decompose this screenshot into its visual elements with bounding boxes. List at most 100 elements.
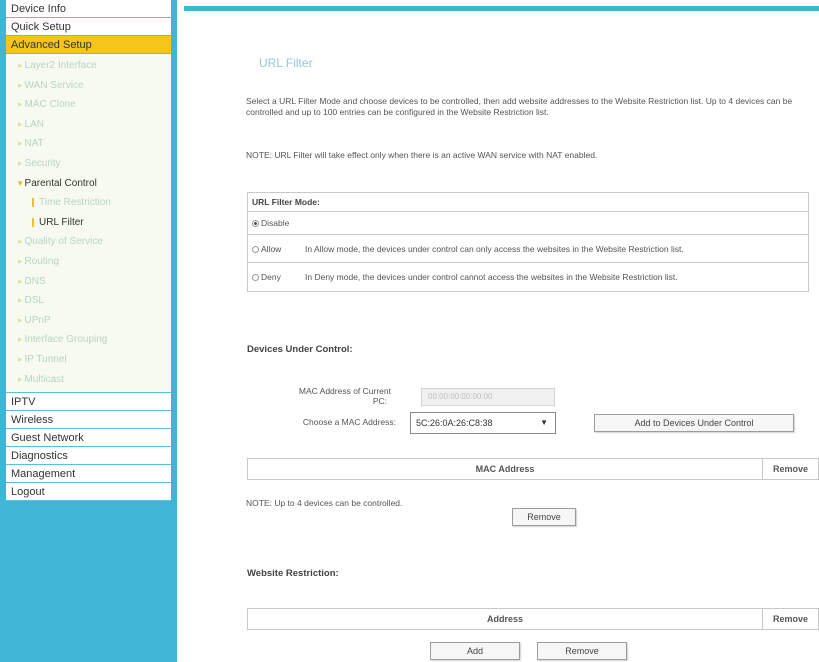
nav-item-iptv[interactable]: IPTV (6, 393, 171, 412)
arrow-icon: ▸ (18, 99, 23, 110)
sidebar-item-lan[interactable]: ▸ LAN (6, 115, 171, 135)
allow-label: Allow (261, 244, 282, 254)
sidebar-item-mac-clone[interactable]: ▸ MAC Clone (6, 95, 171, 115)
add-to-devices-button[interactable]: Add to Devices Under Control (594, 414, 794, 432)
allow-radio[interactable] (252, 246, 259, 254)
sidebar-item-upnp[interactable]: ▸ UPnP (6, 311, 171, 331)
mode-option-disable[interactable]: Disable (248, 212, 808, 235)
bullet-bar-icon (32, 217, 34, 227)
arrow-icon: ▸ (18, 236, 23, 247)
top-accent-bar (184, 6, 819, 11)
disable-label: Disable (261, 218, 290, 228)
arrow-icon: ▸ (18, 79, 23, 90)
sidebar-item-label: NAT (24, 138, 44, 150)
arrow-icon: ▸ (18, 353, 23, 364)
sidebar-item-url-filter[interactable]: URL Filter (6, 213, 171, 233)
arrow-icon: ▸ (18, 118, 23, 129)
sidebar-item-dns[interactable]: ▸ DNS (6, 272, 171, 292)
remove-device-button[interactable]: Remove (512, 508, 576, 526)
sidebar-item-label: URL Filter (39, 216, 84, 228)
sidebar-item-label: WAN Service (24, 79, 84, 91)
mac-address-select[interactable]: 5C:26:0A:26:C8:38 ▼ (410, 412, 556, 434)
sidebar-item-label: Security (24, 157, 61, 169)
sidebar-item-layer2-interface[interactable]: ▸ Layer2 Interface (6, 56, 171, 76)
deny-radio[interactable] (252, 274, 259, 282)
current-pc-mac-field: 00:00:00:00:00:00 (421, 388, 555, 406)
bullet-bar-icon (32, 198, 34, 208)
disable-radio[interactable] (252, 220, 259, 228)
address-column-header: Address (248, 609, 763, 629)
arrow-icon: ▸ (18, 255, 23, 266)
nav-item-advanced-setup[interactable]: Advanced Setup (6, 36, 171, 54)
sidebar-item-nat[interactable]: ▸ NAT (6, 134, 171, 154)
sidebar-item-label: UPnP (24, 314, 51, 326)
page-description: Select a URL Filter Mode and choose devi… (246, 96, 793, 117)
deny-label: Deny (261, 272, 281, 282)
devices-section-title: Devices Under Control: (247, 344, 353, 355)
nav-item-device-info[interactable]: Device Info (6, 0, 171, 18)
mac-select-value: 5C:26:0A:26:C8:38 (416, 418, 493, 428)
address-remove-column-header: Remove (772, 614, 808, 624)
arrow-icon: ▸ (18, 334, 23, 345)
nav-item-wireless[interactable]: Wireless (6, 411, 171, 430)
sidebar-item-label: Parental Control (24, 177, 97, 189)
url-filter-mode-box: URL Filter Mode: Disable Allow In Allow m… (247, 192, 809, 292)
nav-item-guest-network[interactable]: Guest Network (6, 429, 171, 448)
sidebar-item-routing[interactable]: ▸ Routing (6, 252, 171, 272)
wan-note: NOTE: URL Filter will take effect only w… (246, 150, 598, 160)
sidebar-item-dsl[interactable]: ▸ DSL (6, 291, 171, 311)
sidebar-item-label: Routing (24, 255, 59, 267)
main-content: URL Filter Select a URL Filter Mode and … (184, 12, 819, 662)
arrow-down-icon: ▾ (18, 177, 23, 188)
arrow-icon: ▸ (18, 60, 23, 70)
address-table-header: Address Remove (247, 608, 819, 630)
chevron-down-icon: ▼ (540, 418, 548, 427)
nav-item-logout[interactable]: Logout (6, 483, 171, 502)
advanced-setup-submenu: ▸ Layer2 Interface ▸ WAN Service ▸ MAC Clon… (6, 54, 171, 394)
sidebar-item-wan-service[interactable]: ▸ WAN Service (6, 76, 171, 96)
mode-option-allow[interactable]: Allow In Allow mode, the devices under co… (248, 235, 808, 263)
sidebar-item-interface-grouping[interactable]: ▸ Interface Grouping (6, 330, 171, 350)
sidebar-item-label: IP Tunnel (24, 353, 67, 365)
mac-address-column-header: MAC Address (248, 459, 763, 479)
mac-address-table-header: MAC Address Remove (247, 458, 819, 480)
sidebar-item-label: DSL (24, 295, 44, 307)
arrow-icon: ▸ (18, 373, 23, 384)
devices-limit-note: NOTE: Up to 4 devices can be controlled. (246, 498, 403, 508)
sidebar-item-multicast[interactable]: ▸ Multicast (6, 370, 171, 390)
sidebar-item-label: Layer2 Interface (24, 60, 97, 71)
current-pc-label-line2: PC: (372, 396, 387, 406)
sidebar-item-time-restriction[interactable]: Time Restriction (6, 193, 171, 213)
nav-item-quick-setup[interactable]: Quick Setup (6, 18, 171, 36)
sidebar-item-label: Time Restriction (39, 197, 111, 209)
arrow-icon: ▸ (18, 157, 23, 168)
arrow-icon: ▸ (18, 138, 23, 149)
sidebar-item-label: Quality of Service (24, 236, 103, 248)
mac-remove-column-header: Remove (772, 464, 808, 474)
sidebar-item-security[interactable]: ▸ Security (6, 154, 171, 174)
mode-header: URL Filter Mode: (248, 193, 808, 212)
nav-menu: Device Info Quick Setup Advanced Setup ▸… (6, 0, 171, 502)
nav-item-management[interactable]: Management (6, 465, 171, 484)
mode-option-deny[interactable]: Deny In Deny mode, the devices under cont… (248, 263, 808, 291)
sidebar-item-qos[interactable]: ▸ Quality of Service (6, 232, 171, 252)
current-pc-label: MAC Address of Current (298, 386, 391, 396)
arrow-icon: ▸ (18, 314, 23, 325)
arrow-icon: ▸ (18, 295, 23, 306)
sidebar-item-label: Interface Grouping (24, 334, 108, 346)
remove-website-button[interactable]: Remove (537, 642, 627, 660)
add-website-button[interactable]: Add (430, 642, 520, 660)
sidebar-item-parental-control[interactable]: ▾ Parental Control (6, 174, 171, 194)
nav-item-diagnostics[interactable]: Diagnostics (6, 447, 171, 466)
website-section-title: Website Restriction: (247, 568, 339, 579)
sidebar-item-label: Multicast (24, 373, 64, 385)
sidebar-item-label: MAC Clone (24, 99, 76, 111)
deny-description: In Deny mode, the devices under control … (305, 272, 678, 282)
sidebar-item-label: LAN (24, 118, 44, 130)
sidebar-item-label: DNS (24, 275, 46, 287)
allow-description: In Allow mode, the devices under control… (305, 244, 684, 254)
page-title: URL Filter (259, 56, 313, 70)
arrow-icon: ▸ (18, 275, 23, 286)
sidebar-item-ip-tunnel[interactable]: ▸ IP Tunnel (6, 350, 171, 370)
sidebar: Device Info Quick Setup Advanced Setup ▸… (0, 0, 177, 662)
